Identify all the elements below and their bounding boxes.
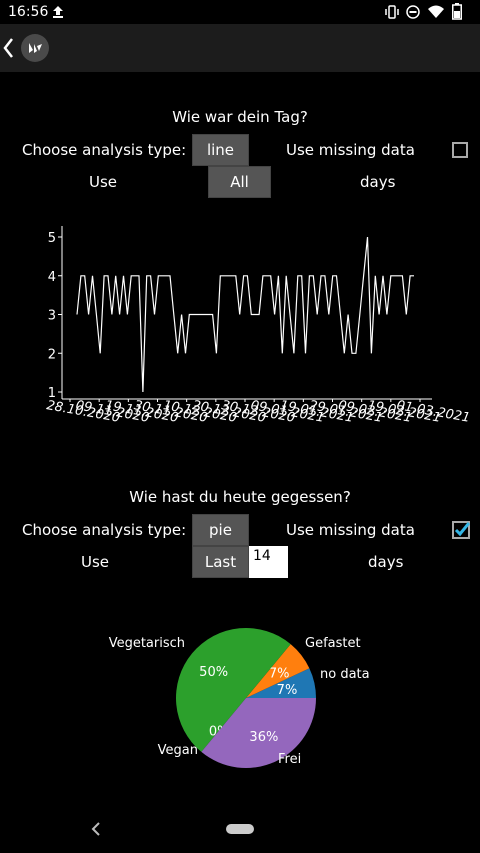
question-title-food: Wie hast du heute gegessen? xyxy=(129,488,351,506)
pie-slice-label: Frei xyxy=(278,752,301,767)
missing-data-checkbox-day[interactable] xyxy=(452,142,468,158)
app-toolbar xyxy=(0,24,480,72)
pie-slice-label: Gefastet xyxy=(305,636,361,651)
missing-data-label: Use missing data xyxy=(286,141,415,159)
pie-pct-label: 50% xyxy=(199,665,228,680)
days-input[interactable]: 14 xyxy=(249,546,288,578)
range-button-food[interactable]: Last xyxy=(192,546,249,578)
status-time: 16:56 xyxy=(8,4,49,20)
y-tick-label: 2 xyxy=(48,347,56,362)
missing-data-label: Use missing data xyxy=(286,521,415,539)
range-button-day[interactable]: All xyxy=(208,166,271,198)
pie-pct-label: 7% xyxy=(277,683,298,698)
analysis-type-label: Choose analysis type: xyxy=(22,521,187,539)
wifi-icon xyxy=(428,5,444,18)
checkbox-checked-icon xyxy=(452,521,471,539)
nav-back-icon[interactable] xyxy=(91,822,101,836)
pie-slice-label: no data xyxy=(320,667,370,682)
vibrate-icon xyxy=(385,5,399,19)
navigation-bar xyxy=(0,805,480,853)
pie-slice-label: Vegetarisch xyxy=(109,636,185,651)
kivy-logo-icon xyxy=(21,34,49,62)
back-chevron-icon[interactable] xyxy=(2,38,14,58)
days-label: days xyxy=(368,553,404,571)
do-not-disturb-icon xyxy=(406,5,420,19)
pie-pct-label: 36% xyxy=(249,730,278,745)
use-label: Use xyxy=(89,173,118,191)
y-tick-label: 4 xyxy=(48,270,56,285)
line-series xyxy=(76,236,414,393)
y-tick-label: 3 xyxy=(48,309,56,324)
missing-data-checkbox-food[interactable] xyxy=(452,521,471,539)
use-label: Use xyxy=(81,553,110,571)
pie-pct-label: 7% xyxy=(269,666,290,681)
y-tick-label: 5 xyxy=(48,231,56,246)
battery-icon xyxy=(452,3,462,20)
analysis-type-button-day[interactable]: line xyxy=(192,134,249,166)
analysis-type-button-food[interactable]: pie xyxy=(192,514,249,546)
upload-arrow-icon xyxy=(53,6,63,18)
nav-home-pill-icon[interactable] xyxy=(226,824,254,834)
line-chart: 1234528.10.202009.11.202019.11.202030.11… xyxy=(45,226,471,426)
days-label: days xyxy=(360,173,396,191)
question-title-day: Wie war dein Tag? xyxy=(172,108,308,126)
status-bar: 16:56 xyxy=(0,0,480,24)
analysis-type-label: Choose analysis type: xyxy=(22,141,187,159)
pie-slice-label: Vegan xyxy=(158,743,198,758)
pie-chart: 7%no data7%Gefastet50%Vegetarisch0%Vegan… xyxy=(109,628,370,768)
